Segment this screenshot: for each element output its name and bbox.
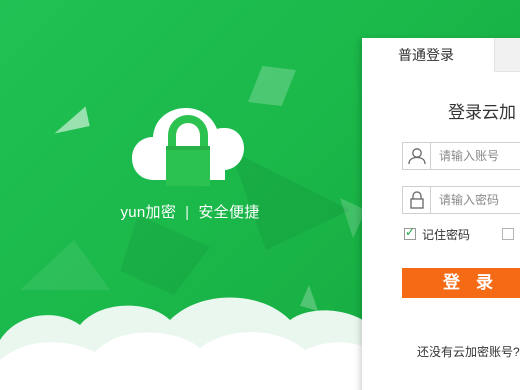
decorative-shape [230, 150, 350, 250]
login-button[interactable]: 登录 [402, 268, 520, 298]
username-input[interactable] [431, 143, 520, 169]
brand-slogan: 安全便捷 [198, 204, 260, 221]
password-field [402, 186, 520, 214]
remember-password[interactable]: ✓ 记住密码 [404, 225, 471, 242]
login-title: 登录云加 [448, 103, 516, 122]
decorative-shape [50, 106, 90, 134]
password-input[interactable] [431, 187, 520, 213]
remember-password-checkbox[interactable]: ✓ [404, 225, 416, 240]
tab-normal-login[interactable]: 普通登录 [362, 38, 494, 72]
decorative-shape [248, 66, 296, 106]
login-tabs: 普通登录 [362, 38, 520, 72]
secondary-checkbox[interactable] [502, 228, 514, 240]
login-panel: 普通登录 登录云加 ✓ 记住密码 登录 还没有云加密账号? [362, 38, 520, 390]
tab-other-login[interactable] [494, 38, 520, 72]
register-prompt[interactable]: 还没有云加密账号? [417, 343, 520, 360]
remember-password-label: 记住密码 [422, 227, 471, 242]
check-icon: ✓ [405, 225, 416, 239]
cloud-lock-icon [132, 108, 244, 186]
lock-icon [403, 187, 431, 213]
brand-separator: | [185, 204, 190, 221]
brand-tagline: yun加密 | 安全便捷 [110, 201, 270, 222]
user-icon [403, 143, 431, 169]
brand-name: yun加密 [120, 204, 177, 221]
username-field [402, 142, 520, 170]
